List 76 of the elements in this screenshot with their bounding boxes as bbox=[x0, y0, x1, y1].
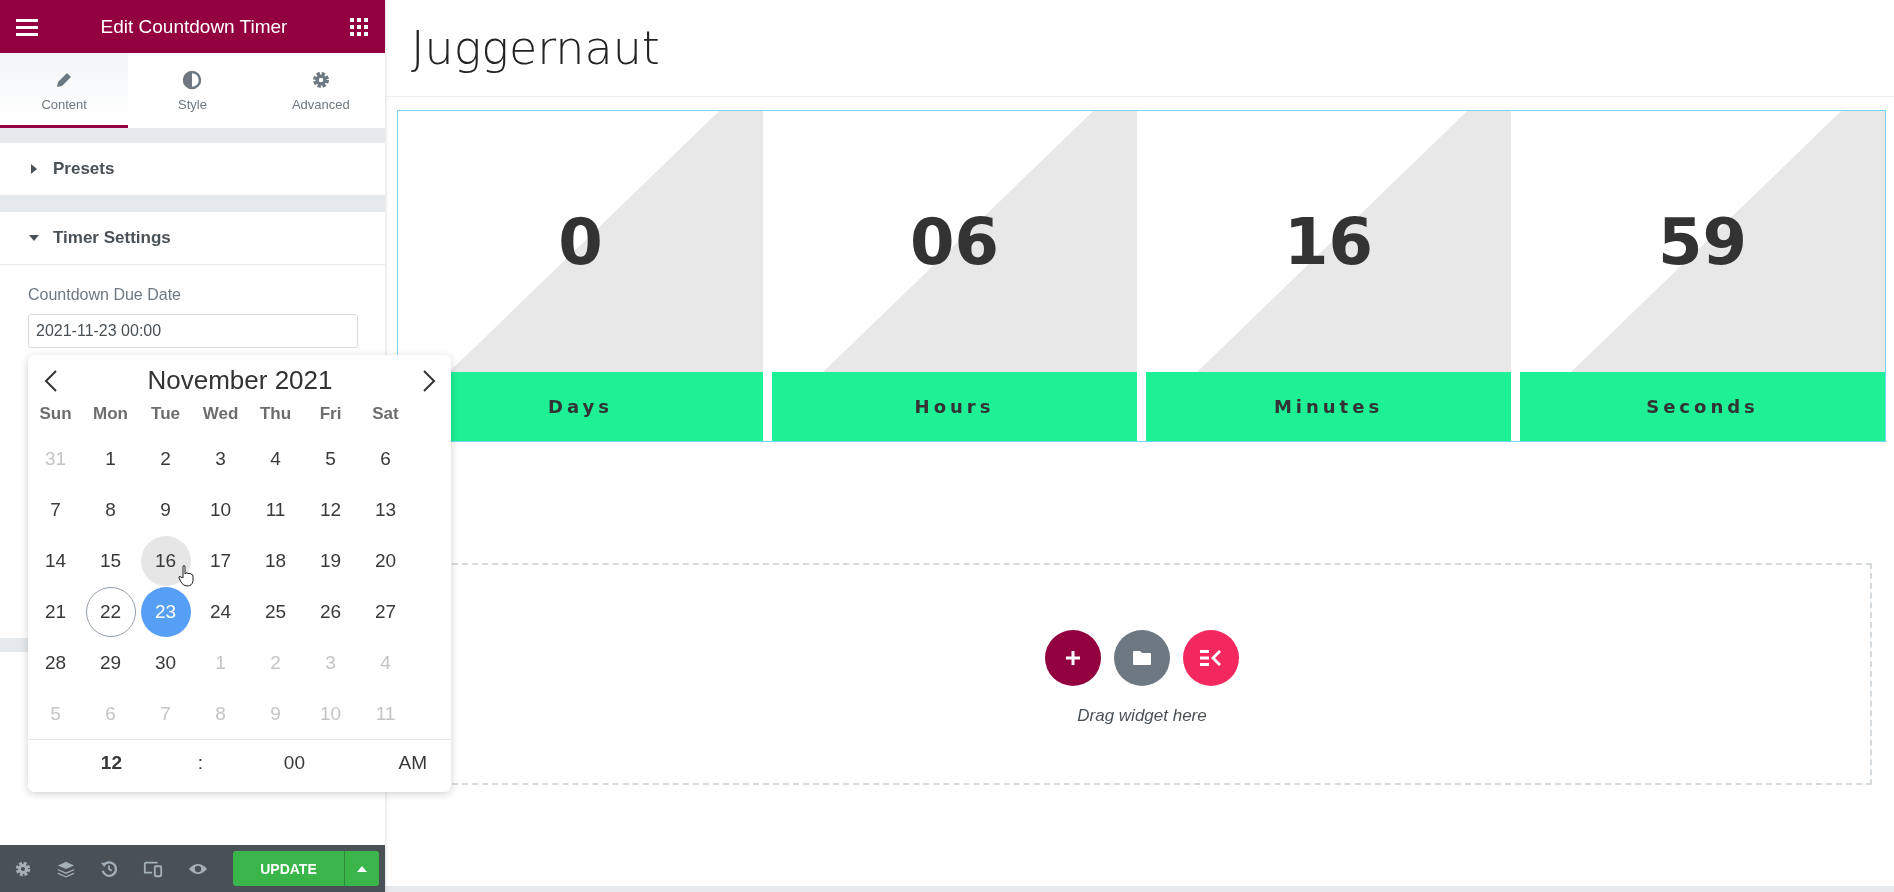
countdown-label: Seconds bbox=[1520, 372, 1885, 441]
am-pm-toggle[interactable]: AM bbox=[398, 752, 427, 774]
calendar-day[interactable]: 11 bbox=[250, 484, 301, 535]
calendar-day[interactable]: 5 bbox=[305, 433, 356, 484]
countdown-label: Hours bbox=[772, 372, 1137, 441]
menu-icon[interactable] bbox=[16, 17, 38, 36]
calendar-day[interactable]: 2 bbox=[140, 433, 191, 484]
calendar-day[interactable]: 30 bbox=[140, 637, 191, 688]
calendar-day[interactable]: 1 bbox=[85, 433, 136, 484]
bars-chevron-icon bbox=[1199, 649, 1223, 667]
weekday-label: Tue bbox=[150, 404, 181, 424]
previous-month-icon[interactable] bbox=[44, 369, 58, 392]
weekday-label: Fri bbox=[318, 404, 343, 424]
calendar-day[interactable]: 9 bbox=[140, 484, 191, 535]
calendar-day[interactable]: 13 bbox=[360, 484, 411, 535]
caret-icon bbox=[29, 164, 39, 174]
weekday-label: Thu bbox=[258, 404, 293, 424]
calendar-day[interactable]: 16 bbox=[140, 535, 191, 586]
countdown-value: 16 bbox=[1283, 204, 1374, 279]
eye-icon[interactable] bbox=[188, 861, 208, 876]
plus-icon bbox=[1065, 650, 1081, 666]
time-separator: : bbox=[196, 752, 203, 774]
next-month-icon[interactable] bbox=[422, 369, 436, 392]
section-header[interactable]: Presets bbox=[0, 143, 385, 196]
calendar-day[interactable]: 26 bbox=[305, 586, 356, 637]
calendar-day[interactable]: 29 bbox=[85, 637, 136, 688]
calendar-day[interactable]: 7 bbox=[30, 484, 81, 535]
page-title: Juggernaut bbox=[411, 21, 660, 75]
calendar-day[interactable]: 15 bbox=[85, 535, 136, 586]
panel-title: Edit Countdown Timer bbox=[100, 15, 288, 38]
date-input-field[interactable]: 2021-11-23 00:00 bbox=[28, 314, 358, 348]
calendar-day[interactable]: 14 bbox=[30, 535, 81, 586]
calendar-day[interactable]: 18 bbox=[250, 535, 301, 586]
folder-icon bbox=[1132, 650, 1152, 666]
weekday-label: Sun bbox=[38, 404, 73, 424]
weekday-label: Wed bbox=[201, 404, 240, 424]
calendar-day[interactable]: 4 bbox=[250, 433, 301, 484]
history-icon[interactable] bbox=[100, 859, 118, 878]
calendar-day[interactable]: 27 bbox=[360, 586, 411, 637]
contrast-icon bbox=[182, 69, 203, 90]
settings-icon[interactable] bbox=[14, 859, 32, 878]
update-options-button[interactable] bbox=[344, 851, 379, 886]
template-button[interactable] bbox=[1114, 630, 1170, 686]
minute-field[interactable]: 00 bbox=[203, 752, 305, 774]
panel-tab[interactable]: Content bbox=[0, 53, 129, 128]
addon-button[interactable] bbox=[1183, 630, 1239, 686]
grid-icon[interactable] bbox=[350, 17, 368, 36]
calendar-day[interactable]: 28 bbox=[30, 637, 81, 688]
month-title: November 2021 bbox=[147, 365, 333, 396]
calendar-day[interactable]: 12 bbox=[305, 484, 356, 535]
gear-icon bbox=[310, 69, 331, 90]
hand-cursor-icon bbox=[178, 565, 194, 587]
calendar-day[interactable]: 25 bbox=[250, 586, 301, 637]
add-section-button[interactable] bbox=[1045, 630, 1101, 686]
calendar-day[interactable]: 10 bbox=[195, 484, 246, 535]
devices-icon[interactable] bbox=[143, 859, 163, 878]
calendar-day[interactable]: 17 bbox=[195, 535, 246, 586]
calendar-day[interactable]: 3 bbox=[195, 433, 246, 484]
hour-field[interactable]: 12 bbox=[28, 752, 122, 774]
layers-icon[interactable] bbox=[57, 859, 75, 878]
weekday-label: Sat bbox=[371, 404, 400, 424]
drop-hint: Drag widget here bbox=[1077, 706, 1207, 726]
countdown-value: 06 bbox=[909, 204, 1000, 279]
calendar-day[interactable]: 19 bbox=[305, 535, 356, 586]
calendar-day[interactable]: 21 bbox=[30, 586, 81, 637]
calendar-day[interactable]: 20 bbox=[360, 535, 411, 586]
countdown-value: 0 bbox=[558, 204, 603, 279]
countdown-value: 59 bbox=[1657, 204, 1748, 279]
weekday-label: Mon bbox=[92, 404, 129, 424]
calendar-day[interactable]: 24 bbox=[195, 586, 246, 637]
calendar-day[interactable]: 8 bbox=[85, 484, 136, 535]
countdown-label: Minutes bbox=[1146, 372, 1511, 441]
caret-icon bbox=[357, 865, 367, 872]
field-label: Countdown Due Date bbox=[28, 286, 182, 304]
section-header[interactable]: Timer Settings bbox=[0, 212, 385, 265]
caret-icon bbox=[29, 233, 39, 243]
